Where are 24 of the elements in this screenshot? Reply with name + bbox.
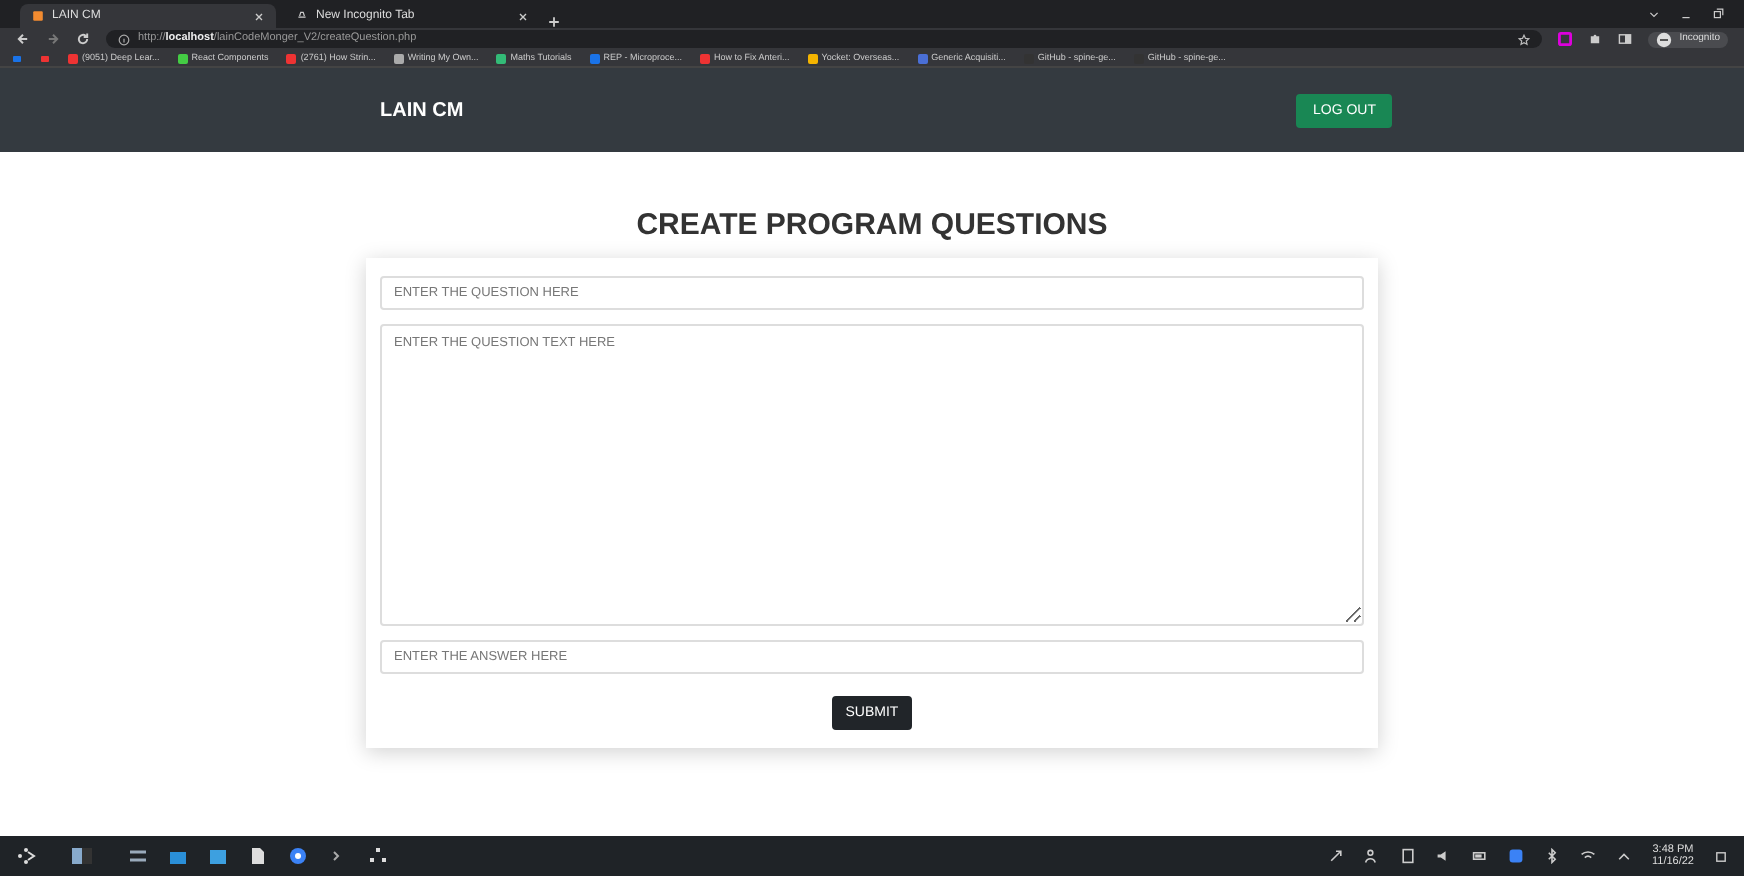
wifi-icon[interactable] xyxy=(1579,848,1596,864)
show-desktop-icon[interactable] xyxy=(1714,849,1728,863)
new-tab-icon[interactable] xyxy=(548,16,560,28)
brand-title[interactable]: LAIN CM xyxy=(380,95,464,125)
battery-icon[interactable] xyxy=(1471,848,1488,864)
document-icon[interactable] xyxy=(248,846,268,866)
reload-icon[interactable] xyxy=(76,32,90,46)
star-icon[interactable] xyxy=(1517,33,1530,45)
forward-icon[interactable] xyxy=(46,32,60,46)
browser-icon[interactable] xyxy=(288,846,308,866)
side-panel-icon[interactable] xyxy=(1617,32,1632,46)
page-heading: CREATE PROGRAM QUESTIONS xyxy=(636,208,1108,244)
chevron-up-icon[interactable] xyxy=(1615,848,1632,864)
close-icon[interactable] xyxy=(254,11,264,21)
launcher-icon[interactable] xyxy=(16,846,36,866)
network-icon[interactable] xyxy=(368,846,388,866)
chevron-down-icon[interactable] xyxy=(1648,8,1660,20)
bluetooth-icon[interactable] xyxy=(1543,848,1560,864)
volume-icon[interactable] xyxy=(1435,848,1452,864)
back-icon[interactable] xyxy=(16,32,30,46)
close-icon[interactable] xyxy=(518,11,528,21)
favicon-icon xyxy=(32,10,44,22)
restore-icon[interactable] xyxy=(1712,8,1724,20)
info-icon xyxy=(118,33,130,45)
